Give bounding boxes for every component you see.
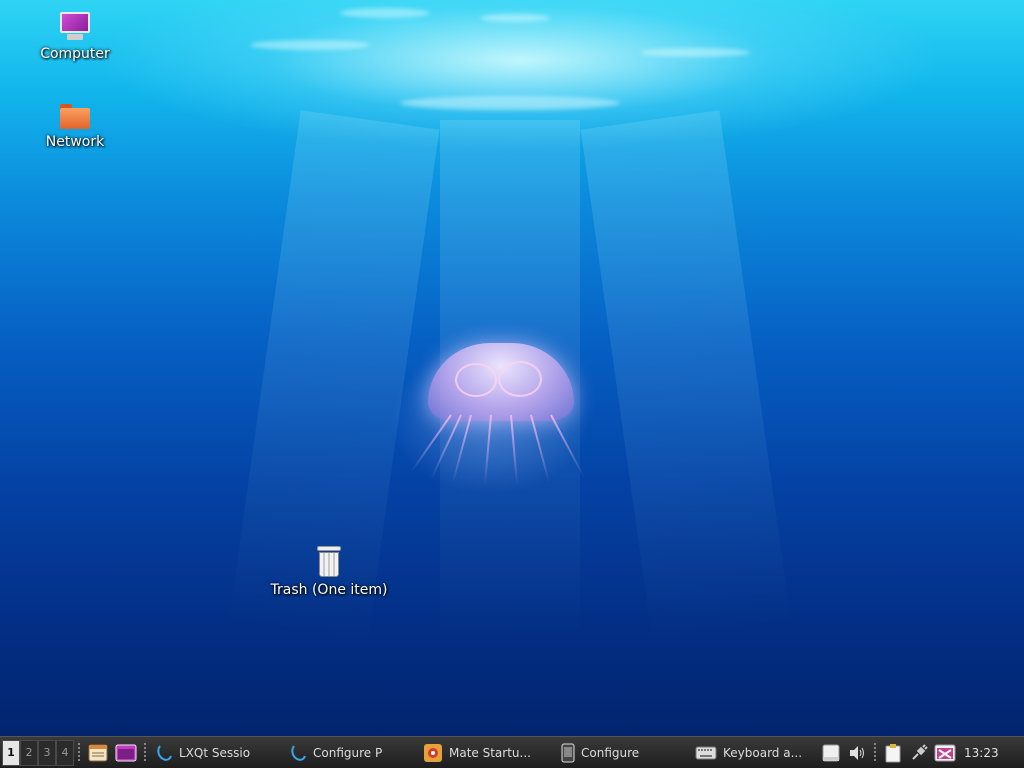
workspace-3-button[interactable]: 3 xyxy=(38,739,56,766)
desktop-icon-label: Computer xyxy=(40,46,110,62)
mobile-device-icon xyxy=(561,743,575,762)
taskbar-window-label: Mate Startu... xyxy=(449,745,531,760)
wallpaper-shimmer xyxy=(480,14,550,22)
desktop-icon-label: Trash (One item) xyxy=(270,582,388,598)
wallpaper-shimmer xyxy=(640,48,750,57)
tray-update-notifier[interactable] xyxy=(934,741,956,765)
desktop-wallpaper: Computer Network Trash (One item) xyxy=(0,0,1024,736)
taskbar-window-keyboard[interactable]: Keyboard a... xyxy=(691,740,817,766)
network-folder-icon xyxy=(59,104,91,130)
lxqt-icon xyxy=(157,744,172,761)
quicklaunch-terminal[interactable] xyxy=(114,741,138,765)
quicklaunch-file-manager[interactable] xyxy=(86,741,110,765)
panel-separator xyxy=(144,742,146,763)
desktop-icon-computer[interactable]: Computer xyxy=(20,12,130,62)
taskbar-window-lxqt-session[interactable]: LXQt Sessio xyxy=(151,740,283,766)
taskbar-window-configure-p[interactable]: Configure P xyxy=(285,740,417,766)
taskbar-window-label: Configure xyxy=(581,745,640,760)
removable-drive-icon xyxy=(822,744,840,761)
keyboard-icon xyxy=(695,746,717,759)
taskbar-window-label: Keyboard a... xyxy=(723,745,803,760)
taskbar-window-label: LXQt Sessio xyxy=(179,745,251,760)
workspace-4-button[interactable]: 4 xyxy=(56,739,74,766)
desktop-icon-network[interactable]: Network xyxy=(20,104,130,150)
volume-icon xyxy=(850,745,864,760)
workspace-1-button[interactable]: 1 xyxy=(2,739,20,766)
taskbar-window-configure[interactable]: Configure xyxy=(557,740,689,766)
jellyfish-illustration xyxy=(380,335,590,535)
network-plug-icon xyxy=(912,743,928,760)
terminal-icon xyxy=(115,744,137,761)
wallpaper-shimmer xyxy=(340,8,430,18)
wallpaper-light-ray xyxy=(580,110,792,645)
tray-volume[interactable] xyxy=(846,741,868,765)
clipboard-icon xyxy=(885,743,901,762)
desktop-icon-label: Network xyxy=(45,134,105,150)
workspace-2-button[interactable]: 2 xyxy=(20,739,38,766)
desktop-icon-trash[interactable]: Trash (One item) xyxy=(254,546,404,598)
lxqt-icon xyxy=(291,744,306,761)
tray-clipboard[interactable] xyxy=(882,741,904,765)
file-manager-icon xyxy=(88,744,108,761)
startup-apps-icon xyxy=(424,743,442,762)
wallpaper-shimmer xyxy=(250,40,370,50)
taskbar-window-mate-startup[interactable]: Mate Startu... xyxy=(419,740,555,766)
tray-network[interactable] xyxy=(908,741,930,765)
taskbar-window-label: Configure P xyxy=(313,745,383,760)
panel-separator xyxy=(78,742,80,763)
clock-display[interactable]: 13:23 xyxy=(964,746,999,760)
trash-icon xyxy=(316,546,342,578)
computer-icon xyxy=(59,12,91,42)
panel-separator xyxy=(874,742,876,763)
taskbar-panel: 1 2 3 4 LXQt Sessio Configure P Mate Sta… xyxy=(0,736,1024,768)
wallpaper-shimmer xyxy=(400,96,620,110)
update-notifier-icon xyxy=(934,744,956,761)
tray-removable-drive[interactable] xyxy=(820,741,842,765)
